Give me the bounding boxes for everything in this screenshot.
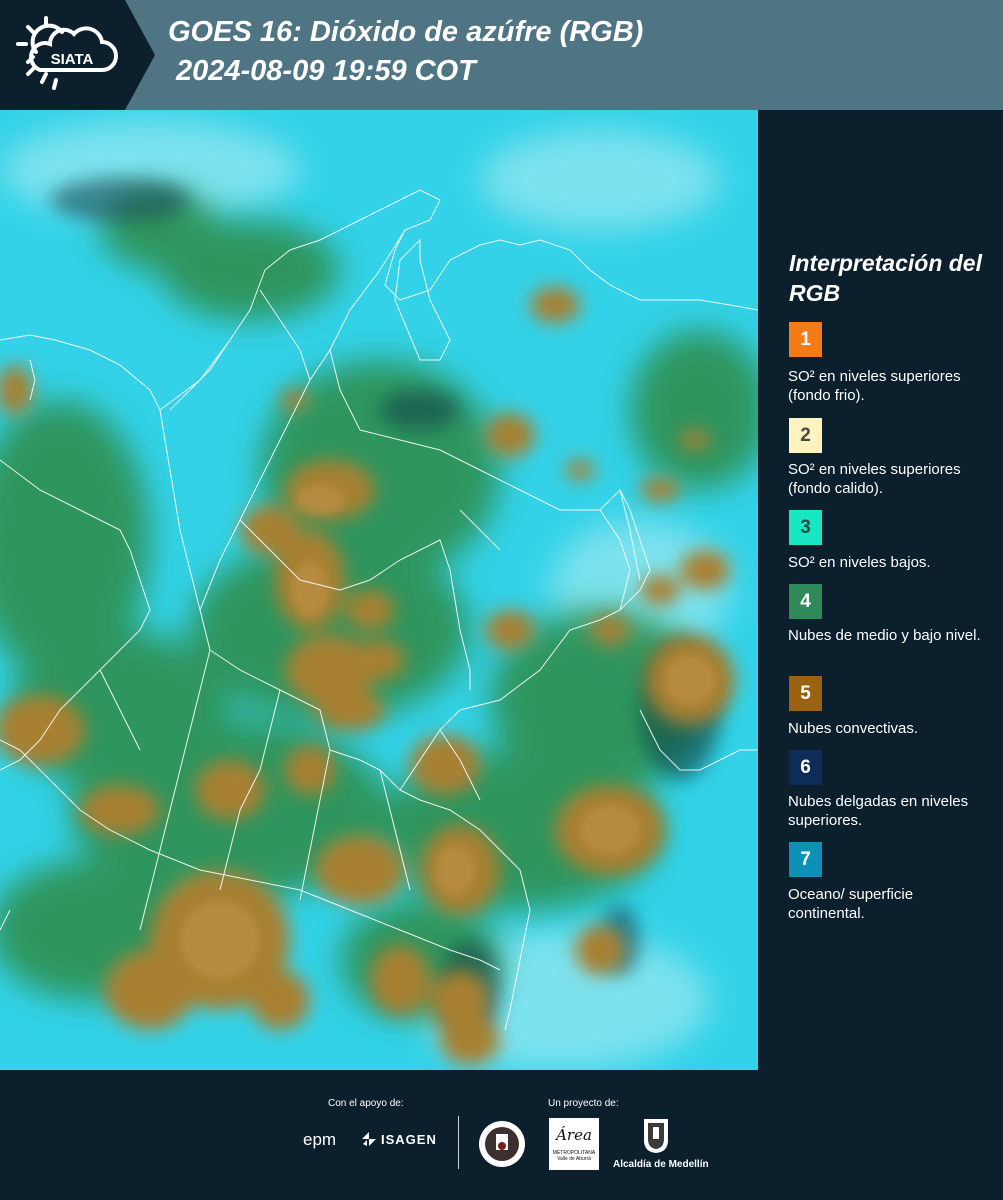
siata-logo: SIATA bbox=[0, 0, 155, 110]
epm-logo: epm bbox=[303, 1130, 337, 1149]
legend-desc-6: Nubes delgadas en niveles superiores. bbox=[788, 793, 969, 829]
sun-cloud-icon: SIATA bbox=[16, 16, 118, 90]
legend-number-7: 7 bbox=[800, 849, 811, 870]
legend-swatch-4: 4 bbox=[789, 584, 822, 619]
area-metropolitana-logo: Área METROPOLITANA Valle de Aburrá bbox=[549, 1118, 599, 1170]
header-bar: SIATA GOES 16: Dióxido de azúfre (RGB) 2… bbox=[0, 0, 1003, 110]
legend-desc-2: SO² en niveles superiores (fondo calido)… bbox=[788, 461, 961, 497]
satellite-image bbox=[0, 110, 758, 1070]
page-title: GOES 16: Dióxido de azúfre (RGB) bbox=[168, 16, 644, 48]
project-label: Un proyecto de: bbox=[548, 1098, 619, 1109]
legend-panel: Interpretación del RGB 1 SO² en niveles … bbox=[760, 110, 1003, 1070]
legend-swatch-2: 2 bbox=[789, 418, 822, 453]
legend-desc-7: Oceano/ superficie continental. bbox=[788, 886, 914, 922]
legend-swatch-6: 6 bbox=[789, 750, 822, 785]
footer-divider bbox=[458, 1116, 459, 1169]
logo-text: SIATA bbox=[51, 51, 94, 68]
satellite-map[interactable] bbox=[0, 110, 758, 1070]
legend-number-2: 2 bbox=[800, 425, 811, 446]
legend-desc-4: Nubes de medio y bajo nivel. bbox=[788, 627, 981, 644]
legend-number-4: 4 bbox=[800, 591, 811, 612]
area-logo-text: Área bbox=[556, 1126, 592, 1144]
alcaldia-shield-icon bbox=[644, 1119, 668, 1153]
isagen-logo: ISAGEN bbox=[381, 1131, 437, 1147]
legend-number-1: 1 bbox=[800, 329, 811, 350]
legend-swatch-3: 3 bbox=[789, 510, 822, 545]
legend-number-6: 6 bbox=[800, 757, 811, 778]
legend-swatch-5: 5 bbox=[789, 676, 822, 711]
legend-desc-1: SO² en niveles superiores (fondo frio). bbox=[788, 368, 961, 404]
area-logo-sub2: Valle de Aburrá bbox=[557, 1156, 591, 1162]
legend-swatch-1: 1 bbox=[789, 322, 822, 357]
alcaldia-label: Alcaldía de Medellín bbox=[613, 1159, 709, 1170]
legend-desc-3: SO² en niveles bajos. bbox=[788, 554, 931, 571]
legend-swatch-7: 7 bbox=[789, 842, 822, 877]
legend-desc-5: Nubes convectivas. bbox=[788, 720, 919, 737]
isagen-logo-group: ISAGEN bbox=[360, 1130, 437, 1148]
legend-number-5: 5 bbox=[800, 683, 811, 704]
isagen-icon bbox=[362, 1132, 376, 1146]
medellin-seal-icon bbox=[479, 1121, 525, 1167]
legend-title: Interpretación del RGB bbox=[789, 250, 982, 306]
legend-number-3: 3 bbox=[800, 517, 811, 538]
page-timestamp: 2024-08-09 19:59 COT bbox=[176, 55, 476, 87]
footer: Con el apoyo de: Un proyecto de: epm ISA… bbox=[0, 1070, 1003, 1200]
support-label: Con el apoyo de: bbox=[328, 1098, 404, 1109]
